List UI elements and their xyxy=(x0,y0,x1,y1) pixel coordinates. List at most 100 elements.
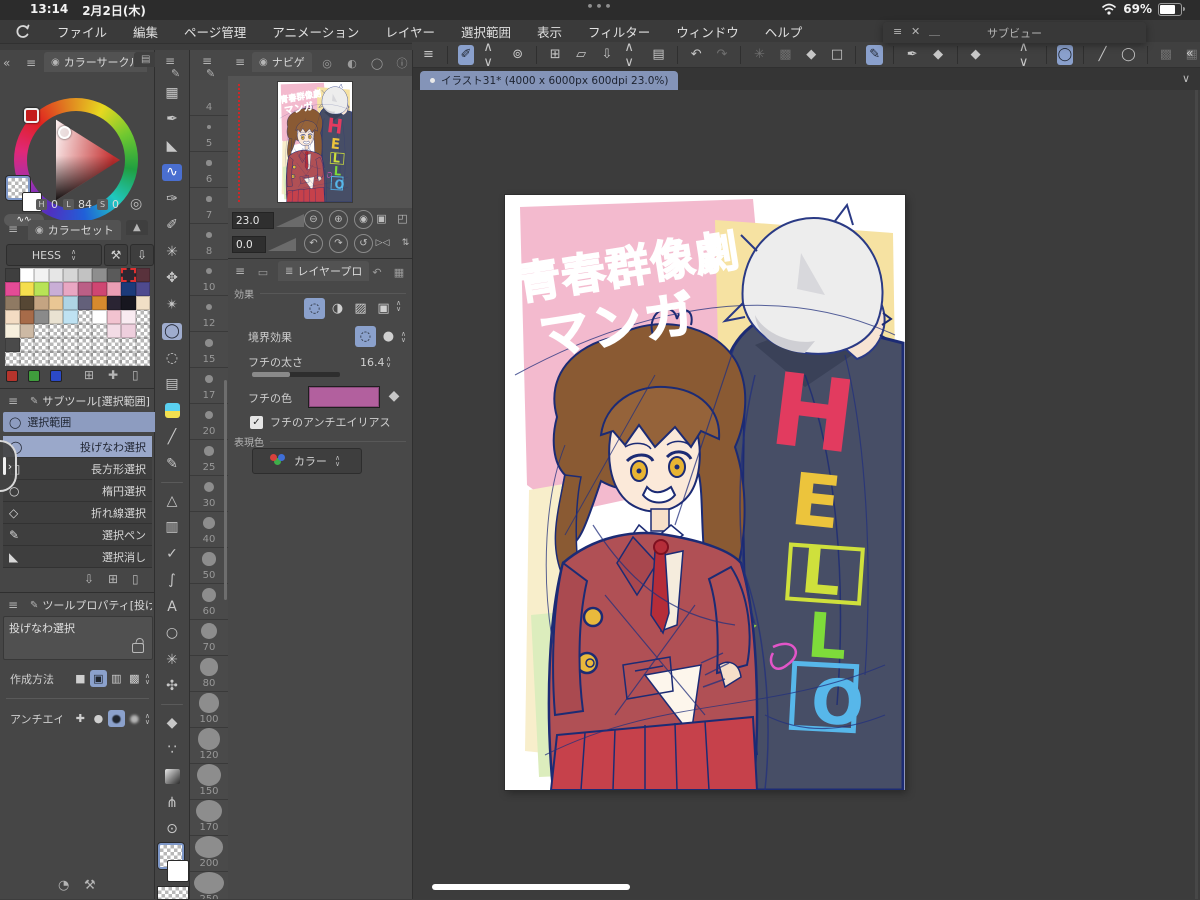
refresh-button[interactable]: ✳ xyxy=(751,45,768,65)
color-swatch[interactable] xyxy=(34,324,49,338)
color-mixer-button[interactable]: ◎ xyxy=(130,196,142,212)
color-swatch[interactable] xyxy=(121,310,136,324)
color-swatch[interactable] xyxy=(77,310,92,324)
object-tool[interactable]: ⊙ xyxy=(162,821,182,838)
fill-tool-button[interactable]: ◆ xyxy=(967,45,984,65)
color-swatch[interactable] xyxy=(34,352,49,366)
toolbar-column-menu-icon[interactable]: ≡ xyxy=(165,54,175,68)
subtool-item[interactable]: ◯ 投げなわ選択 xyxy=(3,436,152,458)
color-swatch[interactable] xyxy=(77,324,92,338)
color-swatch[interactable] xyxy=(63,338,78,352)
menu-item[interactable]: ファイル xyxy=(57,22,107,41)
text-tool[interactable]: A xyxy=(162,598,182,615)
brush-size-item[interactable]: 4 xyxy=(190,80,228,116)
flip-view-button[interactable]: ▣ xyxy=(374,210,389,227)
color-swatch[interactable] xyxy=(19,310,34,324)
decoration-tool-button[interactable] xyxy=(993,45,1010,65)
color-swatch[interactable] xyxy=(5,324,20,338)
line-tool-button[interactable]: ╱ xyxy=(1094,45,1111,65)
color-swatch[interactable] xyxy=(92,352,107,366)
move-tool[interactable]: ✥ xyxy=(162,270,182,287)
color-swatch[interactable] xyxy=(34,282,49,296)
border-color-swatch[interactable] xyxy=(308,386,380,408)
color-swatch[interactable] xyxy=(48,310,63,324)
pencil-tool[interactable]: ✐ xyxy=(162,217,182,234)
add-selection-button[interactable]: ▣ xyxy=(89,670,107,687)
color-swatch[interactable] xyxy=(5,268,20,282)
color-swatch[interactable] xyxy=(92,296,107,310)
figure-tool[interactable]: ○ xyxy=(162,625,182,642)
eraser-tool[interactable]: ◣ xyxy=(162,137,182,154)
transform-button[interactable]: □ xyxy=(829,45,846,65)
tab-layer-mask-icon[interactable]: ▭ xyxy=(252,263,274,281)
border-width-value[interactable]: 16.4 xyxy=(360,356,385,369)
color-swatch[interactable] xyxy=(106,296,121,310)
line-correction-tool[interactable]: ✓ xyxy=(162,545,182,562)
color-swatch[interactable] xyxy=(121,324,136,338)
document-tab[interactable]: イラスト31* (4000 x 6000px 600dpi 23.0%) xyxy=(420,71,679,90)
tab-navigator[interactable]: ◉ ナビゲ xyxy=(252,52,312,72)
rotate-right-button[interactable]: ↷ xyxy=(329,234,348,253)
color-swatch[interactable] xyxy=(92,324,107,338)
color-swatch[interactable] xyxy=(5,352,20,366)
registered-color-swatch[interactable] xyxy=(50,370,62,382)
tool-property-menu-icon[interactable]: ≡ xyxy=(8,598,18,612)
color-swatch[interactable] xyxy=(121,282,136,296)
brush-size-item[interactable]: 10 xyxy=(190,260,228,296)
brush-size-item[interactable]: 40 xyxy=(190,512,228,548)
color-swatch[interactable] xyxy=(34,338,49,352)
color-swatch[interactable] xyxy=(121,338,136,352)
reset-view-button[interactable]: ⇅ xyxy=(397,234,414,251)
brush-size-item[interactable]: 150 xyxy=(190,764,228,800)
redo-button[interactable]: ↷ xyxy=(714,45,731,65)
color-swatch[interactable] xyxy=(77,296,92,310)
color-swatch[interactable] xyxy=(106,338,121,352)
color-swatch[interactable] xyxy=(5,296,20,310)
fit-screen-button[interactable]: ◰ xyxy=(395,210,410,227)
subtool-duplicate-icon[interactable]: ⊞ xyxy=(108,572,118,586)
brush-size-item[interactable]: 120 xyxy=(190,728,228,764)
subtool-item[interactable]: ○ 楕円選択 xyxy=(3,480,152,502)
color-swatch[interactable] xyxy=(34,296,49,310)
gradient-tool[interactable] xyxy=(162,768,182,785)
vector-tool[interactable]: ⋔ xyxy=(162,794,182,811)
tab-color-set[interactable]: ◉ カラーセット xyxy=(28,220,121,240)
canvas-page[interactable] xyxy=(505,195,905,790)
brush-size-item[interactable]: 17 xyxy=(190,368,228,404)
selection-pen-tool[interactable]: ✎ xyxy=(162,455,182,472)
eyedropper-tool[interactable]: ╱ xyxy=(162,429,182,446)
brush-stepper[interactable]: ∧ ∨ xyxy=(483,40,500,70)
airbrush-tool[interactable]: ∵ xyxy=(162,741,182,758)
brush-size-item[interactable]: 170 xyxy=(190,800,228,836)
subtool-item[interactable]: □ 長方形選択 xyxy=(3,458,152,480)
clip-studio-logo-icon[interactable]: ⊚ xyxy=(509,45,526,65)
color-swatch[interactable] xyxy=(48,324,63,338)
brush-size-item[interactable]: 5 xyxy=(190,116,228,152)
color-swatch[interactable] xyxy=(63,282,78,296)
brush-size-item[interactable]: 100 xyxy=(190,692,228,728)
save-button[interactable]: ⇩ xyxy=(599,45,616,65)
expression-color-select[interactable]: カラー ∧ ∨ xyxy=(252,448,362,474)
layer-property-menu-icon[interactable]: ≡ xyxy=(235,264,245,278)
ribbon-tool[interactable]: ✣ xyxy=(162,678,182,695)
zoom-slider[interactable] xyxy=(276,214,304,227)
canvas-area[interactable]: H E L L O xyxy=(412,90,1200,899)
subtool-item[interactable]: ◇ 折れ線選択 xyxy=(3,502,152,524)
subtool-item[interactable]: ◣ 選択消し xyxy=(3,546,152,568)
brush-size-item[interactable]: 20 xyxy=(190,404,228,440)
fuchi-border-button[interactable]: ◌ xyxy=(354,326,376,347)
zoom-out-button[interactable]: ⊖ xyxy=(304,210,323,229)
fill-tool[interactable]: ◆ xyxy=(162,715,182,732)
color-swatch[interactable] xyxy=(106,282,121,296)
menu-item[interactable]: フィルター xyxy=(588,22,650,41)
panel-collapse-icon[interactable]: « xyxy=(3,56,10,70)
history-icon[interactable]: ◔ xyxy=(58,878,69,893)
color-set-menu-icon[interactable]: ≡ xyxy=(8,222,18,236)
pen-tool[interactable]: ✒ xyxy=(162,111,182,128)
tab-material-icon[interactable]: ▦ xyxy=(388,263,410,281)
selection-lasso-tool[interactable]: ◌ xyxy=(162,349,182,366)
intersect-selection-button[interactable]: ▩ xyxy=(126,670,143,687)
color-swatch[interactable] xyxy=(135,352,150,366)
hue-marker[interactable] xyxy=(24,108,39,123)
clear-button[interactable]: ◆ xyxy=(803,45,820,65)
